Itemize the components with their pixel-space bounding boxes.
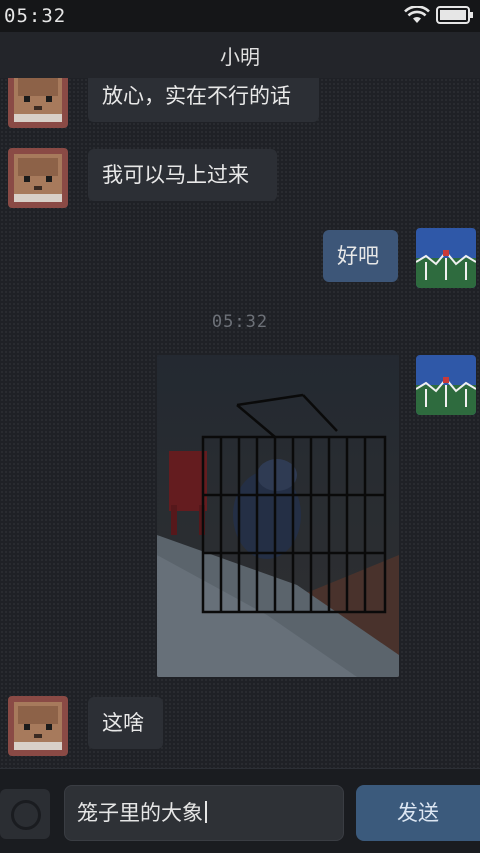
- contact-avatar[interactable]: [8, 78, 68, 128]
- message-bubble-outgoing[interactable]: 好吧: [323, 230, 398, 282]
- status-time: 05:32: [4, 5, 67, 27]
- title-bar: 小明: [0, 32, 480, 79]
- message-bubble-incoming[interactable]: 放心，实在不行的话: [88, 78, 319, 122]
- contact-avatar[interactable]: [8, 696, 68, 756]
- camera-button[interactable]: [0, 789, 50, 839]
- status-bar: 05:32: [0, 0, 480, 32]
- chat-title: 小明: [220, 45, 260, 69]
- message-bubble-incoming[interactable]: 这啥: [88, 697, 163, 749]
- message-input-text: 笼子里的大象: [77, 801, 203, 825]
- my-avatar[interactable]: [416, 228, 476, 288]
- message-timestamp: 05:32: [211, 312, 269, 332]
- contact-avatar[interactable]: [8, 148, 68, 208]
- cage-photo[interactable]: [157, 355, 399, 677]
- message-list[interactable]: 放心，实在不行的话 我可以马上过来 好吧 05:32 这啥: [0, 78, 480, 768]
- message-bubble-incoming[interactable]: 我可以马上过来: [88, 149, 277, 201]
- text-caret: [205, 801, 207, 823]
- my-avatar[interactable]: [416, 355, 476, 415]
- input-bar: 笼子里的大象 发送: [0, 768, 480, 853]
- battery-icon: [436, 6, 473, 24]
- message-input[interactable]: 笼子里的大象: [64, 785, 344, 841]
- send-button[interactable]: 发送: [356, 785, 480, 841]
- camera-icon: [11, 800, 41, 830]
- wifi-icon: [404, 6, 430, 23]
